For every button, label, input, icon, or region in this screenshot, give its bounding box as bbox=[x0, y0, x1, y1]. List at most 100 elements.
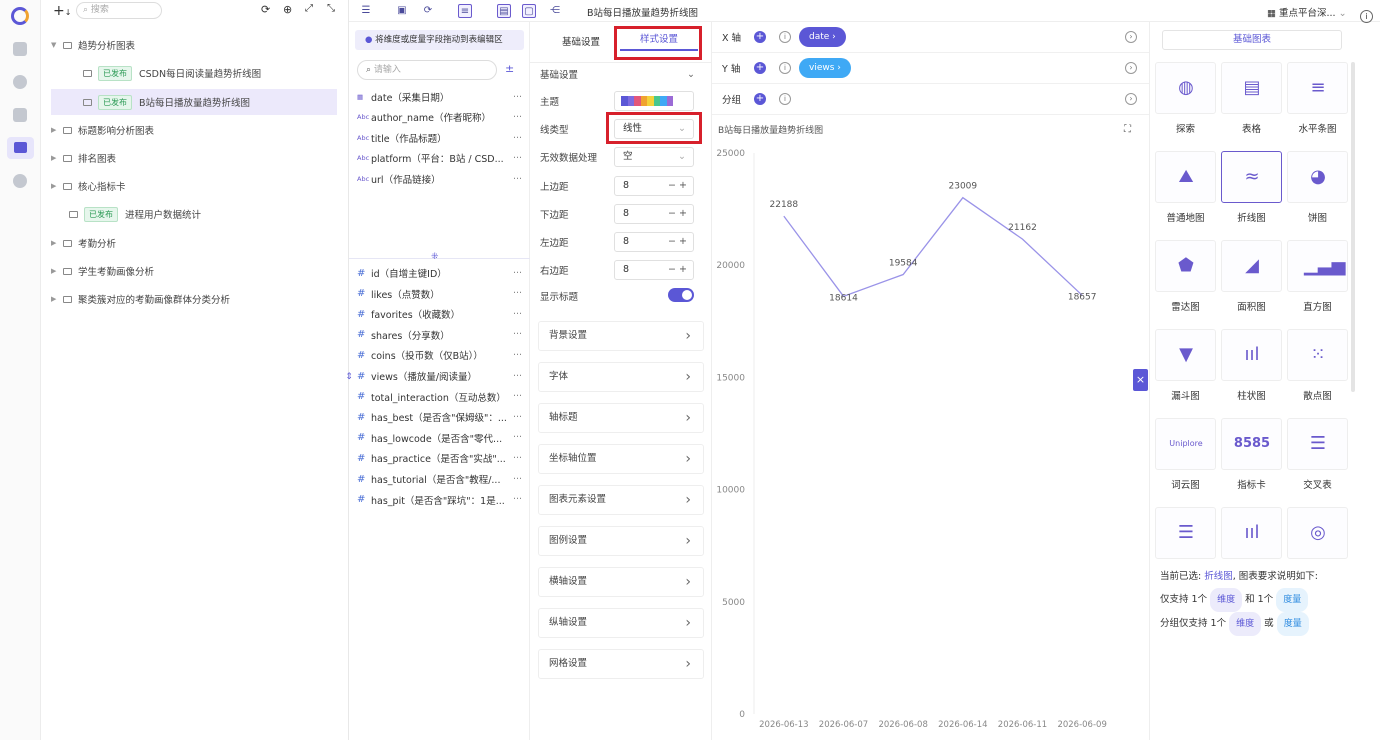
database-icon[interactable] bbox=[13, 75, 27, 89]
tree-folder[interactable]: ▶ 聚类簇对应的考勤画像群体分类分析 bbox=[51, 286, 337, 312]
tree-folder[interactable]: ▼ 趋势分析图表 bbox=[51, 32, 337, 58]
field-row[interactable]: # total_interaction（互动总数） ··· bbox=[357, 388, 522, 406]
chart-type-card[interactable]: ◍ bbox=[1155, 62, 1216, 114]
field-row[interactable]: # has_practice（是否含"实战"... ··· bbox=[357, 449, 522, 467]
tree-chart-item[interactable]: 已发布 进程用户数据统计 bbox=[51, 201, 337, 227]
locate-icon[interactable]: ⊕ bbox=[283, 3, 292, 16]
collapse-icon[interactable]: ⤡ bbox=[327, 3, 335, 14]
close-panel-button[interactable]: × bbox=[1133, 369, 1148, 391]
more-icon[interactable]: ··· bbox=[513, 391, 522, 402]
more-icon[interactable]: ··· bbox=[513, 494, 522, 505]
field-row[interactable]: # views（播放量/阅读量） ··· bbox=[357, 367, 522, 385]
tree-search-input[interactable]: ⌕ 搜索 bbox=[76, 2, 162, 19]
more-icon[interactable]: ··· bbox=[513, 268, 522, 279]
y-field-pill[interactable]: views › bbox=[799, 58, 851, 78]
chart-type-card[interactable]: ⬟ bbox=[1155, 240, 1216, 292]
more-icon[interactable]: ··· bbox=[513, 133, 522, 144]
more-icon[interactable]: ··· bbox=[513, 371, 522, 382]
section-collapsible[interactable]: 字体 bbox=[538, 362, 704, 392]
add-icon[interactable]: +↓ bbox=[53, 3, 71, 19]
tab-basic-settings[interactable]: 基础设置 bbox=[562, 34, 600, 48]
more-icon[interactable]: ··· bbox=[513, 153, 522, 164]
stepper-icon[interactable]: − + bbox=[668, 233, 687, 251]
chart-type-card[interactable]: ☰ bbox=[1287, 418, 1348, 470]
more-icon[interactable]: ··· bbox=[513, 174, 522, 185]
field-row[interactable]: # coins（投币数（仅B站）） ··· bbox=[357, 346, 522, 364]
chart-type-card[interactable]: ⁙ bbox=[1287, 329, 1348, 381]
more-icon[interactable]: ··· bbox=[513, 92, 522, 103]
settings-icon[interactable]: › bbox=[1125, 93, 1137, 105]
tree-folder[interactable]: ▶ 标题影响分析图表 bbox=[51, 117, 337, 143]
chart-type-card[interactable]: ⛰ bbox=[1155, 151, 1216, 203]
chart-nav-active[interactable] bbox=[7, 137, 34, 159]
info-icon[interactable]: i bbox=[779, 93, 791, 105]
margin-left-stepper[interactable]: 8− + bbox=[614, 232, 694, 252]
chart-type-card[interactable]: ≈ bbox=[1221, 151, 1282, 203]
field-row[interactable]: Abc author_name（作者昵称） ··· bbox=[357, 108, 522, 126]
section-basic-settings[interactable]: 基础设置 ⌄ bbox=[540, 64, 705, 84]
field-row[interactable]: # has_lowcode（是否含"零代... ··· bbox=[357, 429, 522, 447]
share-icon[interactable]: ⋲ bbox=[548, 4, 562, 18]
tree-chart-item-selected[interactable]: 已发布 B站每日播放量趋势折线图 bbox=[51, 89, 337, 115]
field-row[interactable]: Abc platform（平台：B站 / CSD... ··· bbox=[357, 149, 522, 167]
section-collapsible[interactable]: 轴标题 bbox=[538, 403, 704, 433]
field-row[interactable]: # has_best（是否含"保姆级"：... ··· bbox=[357, 408, 522, 426]
chart-type-card[interactable]: ▼ bbox=[1155, 329, 1216, 381]
chart-type-card[interactable]: ◎ bbox=[1287, 507, 1348, 559]
report-icon[interactable] bbox=[13, 108, 27, 122]
more-icon[interactable]: ··· bbox=[513, 309, 522, 320]
chart-type-card[interactable]: 8585 bbox=[1221, 418, 1282, 470]
fields-panel-toggle-icon[interactable]: ≡ bbox=[458, 4, 472, 18]
add-y-field-icon[interactable]: + bbox=[754, 62, 766, 74]
chart-type-card[interactable]: ☰ bbox=[1155, 507, 1216, 559]
app-logo[interactable] bbox=[11, 7, 29, 25]
more-icon[interactable]: ··· bbox=[513, 474, 522, 485]
margin-bottom-stepper[interactable]: 8− + bbox=[614, 204, 694, 224]
tree-folder[interactable]: ▶ 排名图表 bbox=[51, 145, 337, 171]
chart-type-card[interactable]: ııl bbox=[1221, 329, 1282, 381]
chart-type-card[interactable]: ııl bbox=[1221, 507, 1282, 559]
section-collapsible[interactable]: 网格设置 bbox=[538, 649, 704, 679]
more-icon[interactable]: ··· bbox=[513, 453, 522, 464]
margin-top-stepper[interactable]: 8− + bbox=[614, 176, 694, 196]
x-field-pill[interactable]: date › bbox=[799, 27, 846, 47]
compass-icon[interactable] bbox=[13, 174, 27, 188]
section-collapsible[interactable]: 纵轴设置 bbox=[538, 608, 704, 638]
field-search-input[interactable]: ⌕ 请输入 bbox=[357, 60, 497, 80]
tree-folder[interactable]: ▶ 核心指标卡 bbox=[51, 173, 337, 199]
info-icon[interactable]: i bbox=[779, 31, 791, 43]
info-icon[interactable]: i bbox=[1360, 10, 1373, 23]
add-x-field-icon[interactable]: + bbox=[754, 31, 766, 43]
field-row[interactable]: # id（自增主键ID） ··· bbox=[357, 264, 522, 282]
refresh-icon[interactable]: ⟳ bbox=[421, 4, 435, 18]
field-row[interactable]: # has_tutorial（是否含"教程/... ··· bbox=[357, 470, 522, 488]
panel-resize-handle[interactable]: ⇕ bbox=[343, 372, 355, 390]
more-icon[interactable]: ··· bbox=[513, 412, 522, 423]
field-row[interactable]: ▦ date（采集日期） ··· bbox=[357, 88, 522, 106]
section-collapsible[interactable]: 横轴设置 bbox=[538, 567, 704, 597]
section-collapsible[interactable]: 图例设置 bbox=[538, 526, 704, 556]
chart-type-card[interactable]: ▤ bbox=[1221, 62, 1282, 114]
add-group-field-icon[interactable]: + bbox=[754, 93, 766, 105]
section-collapsible[interactable]: 背景设置 bbox=[538, 321, 704, 351]
more-icon[interactable]: ··· bbox=[513, 112, 522, 123]
field-row[interactable]: # has_pit（是否含"踩坑"：1是... ··· bbox=[357, 491, 522, 509]
tree-folder[interactable]: ▶ 考勤分析 bbox=[51, 230, 337, 256]
expand-icon[interactable]: ⤢ bbox=[305, 3, 313, 14]
panel-splitter[interactable] bbox=[349, 258, 530, 259]
refresh-icon[interactable]: ⟳ bbox=[261, 3, 270, 16]
section-collapsible[interactable]: 图表元素设置 bbox=[538, 485, 704, 515]
chart-type-card[interactable]: ◢ bbox=[1221, 240, 1282, 292]
style-panel-toggle-icon[interactable]: ▤ bbox=[497, 4, 511, 18]
more-icon[interactable]: ··· bbox=[513, 288, 522, 299]
more-icon[interactable]: ··· bbox=[513, 432, 522, 443]
gallery-scrollbar[interactable] bbox=[1351, 62, 1355, 392]
dashboard-icon[interactable] bbox=[13, 42, 27, 56]
field-row[interactable]: # likes（点赞数） ··· bbox=[357, 285, 522, 303]
tree-folder[interactable]: ▶ 学生考勤画像分析 bbox=[51, 258, 337, 284]
more-icon[interactable]: ··· bbox=[513, 350, 522, 361]
show-title-toggle[interactable] bbox=[668, 288, 694, 302]
preview-toggle-icon[interactable]: ▢ bbox=[522, 4, 536, 18]
chart-type-card[interactable]: Uniplore bbox=[1155, 418, 1216, 470]
stepper-icon[interactable]: − + bbox=[668, 177, 687, 195]
